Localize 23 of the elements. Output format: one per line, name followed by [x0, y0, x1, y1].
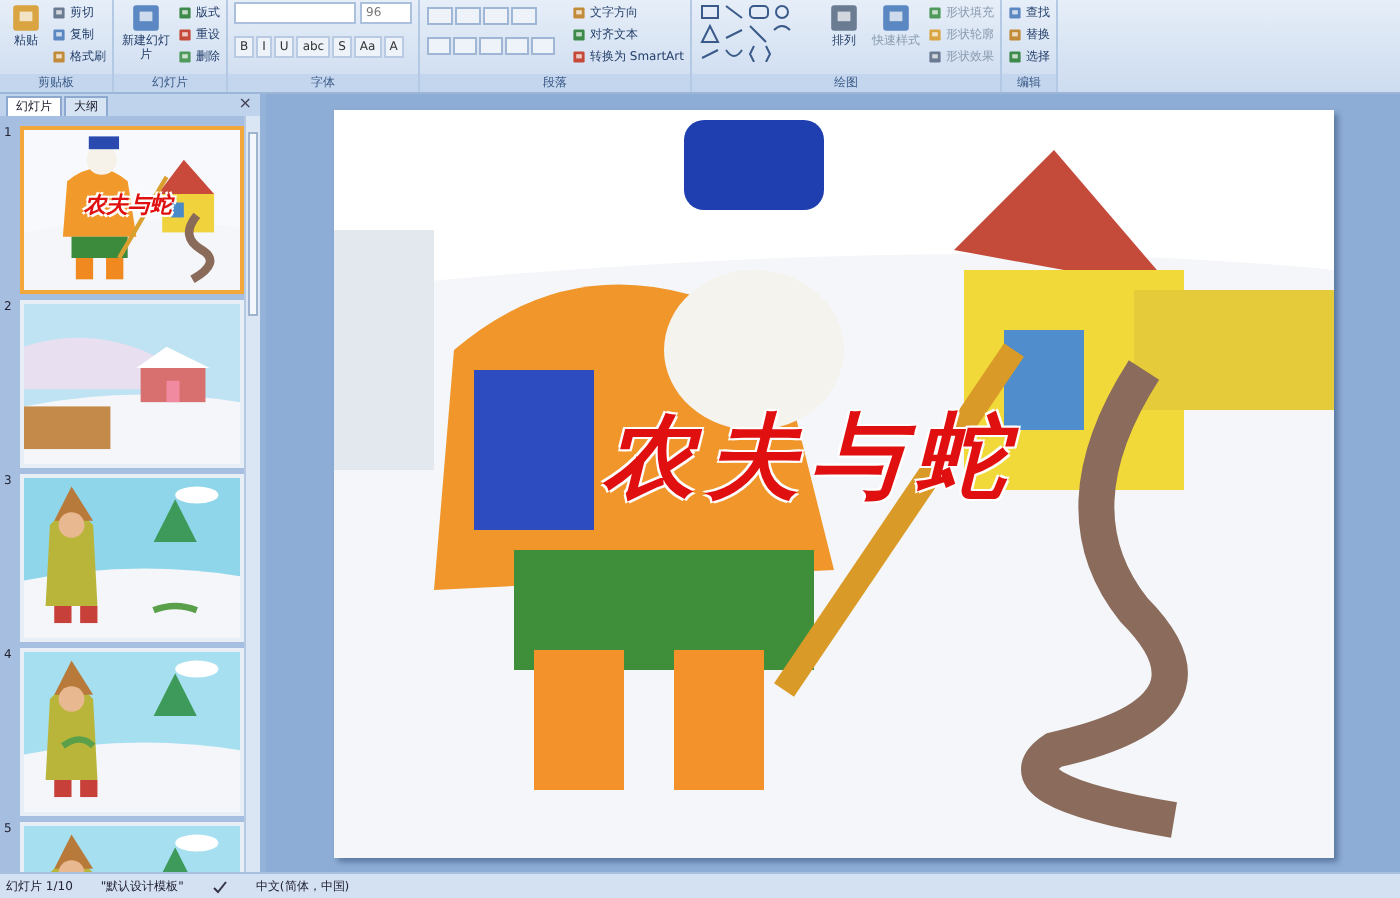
toolbar-icon — [1007, 27, 1022, 41]
close-button[interactable]: × — [238, 94, 252, 114]
toolbar-icon — [1007, 5, 1022, 19]
toolbar-icon — [927, 49, 942, 63]
toolbar-icon — [10, 2, 42, 34]
toolbar-icon — [130, 2, 162, 34]
toolbar-icon — [927, 27, 942, 41]
check-icon[interactable] — [211, 879, 228, 893]
font-name-field[interactable] — [234, 2, 356, 24]
scrollbar-thumb[interactable] — [248, 132, 258, 316]
toolbar-icon — [879, 2, 912, 34]
toolbar-icon — [572, 5, 586, 19]
toolbar-icon — [52, 5, 66, 19]
toolbar-icon — [52, 49, 66, 63]
toolbar-icon — [178, 27, 192, 41]
toolbar-icon — [178, 49, 192, 63]
toolbar-icon — [1007, 49, 1022, 63]
toolbar-icon — [178, 5, 192, 19]
toolbar-icon — [827, 2, 860, 34]
toolbar-icon — [927, 5, 942, 19]
toolbar-icon — [52, 27, 66, 41]
toolbar-icon — [572, 49, 586, 63]
toolbar-icon — [572, 27, 586, 41]
